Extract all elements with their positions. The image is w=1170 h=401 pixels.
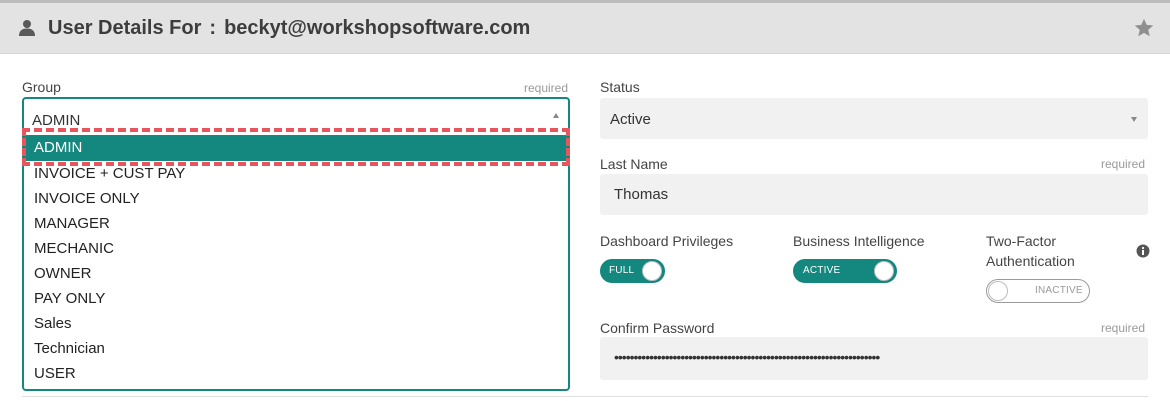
group-option[interactable]: Technician: [24, 336, 568, 361]
dashboard-privileges-toggle[interactable]: FULL: [600, 259, 665, 283]
last-name-label: Last Name: [600, 156, 668, 172]
selection-highlight-box: [22, 128, 570, 166]
divider: [22, 396, 1148, 397]
last-name-required: required: [1101, 157, 1146, 171]
status-value: Active: [610, 111, 651, 128]
toggle-knob: [874, 261, 894, 281]
title-prefix: User Details For: [48, 17, 202, 39]
status-select[interactable]: Active: [600, 98, 1148, 139]
toggle-knob: [988, 281, 1008, 301]
group-required: required: [524, 81, 569, 95]
group-options-list: ADMIN INVOICE + CUST PAY INVOICE ONLY MANAG…: [24, 135, 568, 386]
caret-up-icon: [553, 113, 559, 118]
dashboard-privileges-toggle-label: FULL: [609, 265, 635, 276]
group-option[interactable]: OWNER: [24, 261, 568, 286]
info-icon[interactable]: [1136, 244, 1150, 258]
confirm-password-required: required: [1101, 321, 1146, 335]
group-option[interactable]: USER: [24, 361, 568, 386]
two-factor-toggle[interactable]: INACTIVE: [986, 279, 1090, 303]
group-option[interactable]: INVOICE ONLY: [24, 186, 568, 211]
status-label: Status: [600, 79, 640, 95]
page-header: User Details For: beckyt@workshopsoftware…: [0, 3, 1170, 54]
confirm-password-value: ••••••••••••••••••••••••••••••••••••••••…: [614, 349, 880, 365]
user-email: beckyt@workshopsoftware.com: [224, 17, 531, 39]
group-option[interactable]: MECHANIC: [24, 236, 568, 261]
last-name-field[interactable]: Thomas: [600, 174, 1148, 215]
title-separator: :: [209, 17, 217, 39]
toggle-knob: [642, 261, 662, 281]
chevron-down-icon: [1131, 117, 1137, 122]
two-factor-toggle-label: INACTIVE: [1035, 285, 1083, 296]
business-intelligence-toggle-label: ACTIVE: [803, 265, 841, 276]
confirm-password-label: Confirm Password: [600, 320, 715, 336]
last-name-value: Thomas: [614, 186, 669, 203]
group-option[interactable]: PAY ONLY: [24, 286, 568, 311]
dashboard-privileges-label: Dashboard Privileges: [600, 233, 734, 249]
group-option[interactable]: Sales: [24, 311, 568, 336]
group-option[interactable]: MANAGER: [24, 211, 568, 236]
confirm-password-field[interactable]: ••••••••••••••••••••••••••••••••••••••••…: [600, 337, 1148, 380]
two-factor-label-line1: Two-Factor: [986, 233, 1057, 249]
page-title: User Details For: beckyt@workshopsoftware…: [48, 17, 530, 40]
two-factor-label-line2: Authentication: [986, 253, 1075, 269]
star-icon[interactable]: [1133, 17, 1155, 39]
group-current-value: ADMIN: [32, 112, 81, 129]
group-label: Group: [22, 79, 61, 95]
user-icon: [19, 20, 35, 36]
business-intelligence-label: Business Intelligence: [793, 233, 925, 249]
business-intelligence-toggle[interactable]: ACTIVE: [793, 259, 897, 283]
